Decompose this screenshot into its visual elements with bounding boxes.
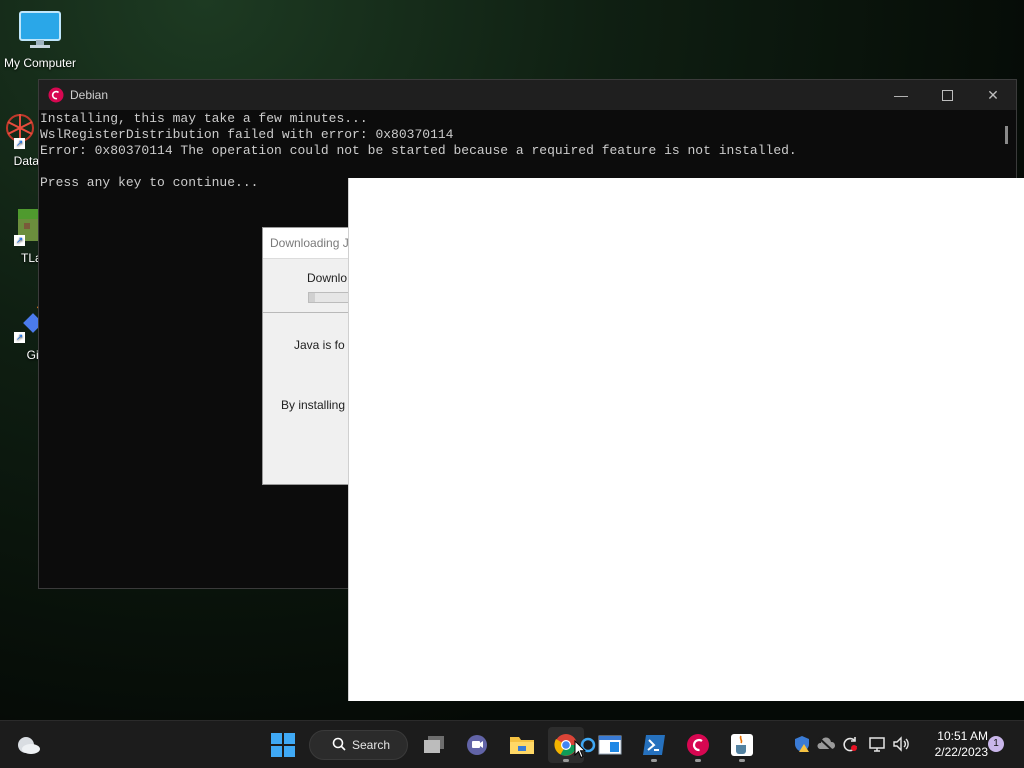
task-view-icon — [424, 736, 444, 753]
sync-alert-icon — [843, 737, 857, 752]
volume-tray-button[interactable] — [891, 734, 911, 754]
window-app-icon — [598, 735, 622, 755]
running-app-indicator — [651, 759, 657, 762]
download-progress-fill — [309, 293, 315, 302]
java-cup-icon — [731, 734, 753, 756]
shortcut-arrow-icon: ↗ — [14, 138, 25, 149]
windows-logo-icon — [271, 733, 295, 757]
clock-time: 10:51 AM — [937, 729, 988, 743]
java-terms-text: By installing — [281, 398, 346, 412]
powershell-button[interactable] — [636, 727, 672, 763]
start-button[interactable] — [265, 727, 301, 763]
search-icon — [332, 737, 346, 754]
teams-button[interactable] — [459, 727, 495, 763]
widgets-button[interactable] — [10, 727, 46, 763]
clock-date: 2/22/2023 — [934, 745, 988, 759]
terminal-scrollbar[interactable] — [1005, 126, 1008, 144]
desktop-icon-my-computer[interactable]: My Computer — [0, 10, 80, 70]
search-label: Search — [352, 738, 391, 752]
powershell-icon — [643, 735, 665, 755]
desktop-icon-label: My Computer — [3, 56, 77, 70]
file-explorer-button[interactable] — [504, 727, 540, 763]
teams-chat-icon — [467, 735, 487, 755]
minimize-button[interactable]: — — [878, 80, 924, 110]
maximize-button[interactable] — [924, 80, 970, 110]
minimize-icon: — — [894, 87, 908, 103]
blank-white-window[interactable] — [348, 178, 1024, 701]
shortcut-arrow-icon: ↗ — [14, 332, 25, 343]
close-icon: ✕ — [987, 86, 999, 103]
maximize-icon — [941, 89, 953, 101]
weather-cloud-icon — [18, 737, 40, 754]
running-app-indicator — [739, 759, 745, 762]
terminal-titlebar[interactable]: Debian — ✕ — [39, 80, 1016, 110]
monitor-icon — [19, 11, 61, 48]
close-button[interactable]: ✕ — [970, 80, 1016, 110]
network-tray-button[interactable] — [867, 734, 887, 754]
network-ethernet-icon — [869, 737, 885, 752]
terminal-title: Debian — [70, 88, 109, 102]
task-view-button[interactable] — [416, 727, 452, 763]
active-app-indicator — [563, 759, 569, 762]
onedrive-offline-icon — [817, 737, 836, 752]
java-taskbar-button[interactable] — [724, 727, 760, 763]
debian-swirl-icon — [687, 734, 709, 756]
debian-icon — [48, 87, 64, 103]
security-tray-button[interactable] — [792, 734, 812, 754]
download-label: Downlo — [307, 271, 348, 285]
desktop: My Computer ↗ DataW ↗ TLaun ↗ Git B — [0, 0, 1024, 720]
taskbar: Search 10:51 AM 2/22/2023 1 — [0, 720, 1024, 768]
shield-warning-icon — [795, 736, 809, 752]
update-tray-button[interactable] — [840, 734, 860, 754]
mouse-cursor-icon — [574, 740, 586, 759]
java-body-text: Java is fo — [294, 338, 345, 352]
onedrive-tray-button[interactable] — [816, 734, 836, 754]
running-app-indicator — [695, 759, 701, 762]
speaker-icon — [893, 736, 909, 752]
folder-icon — [510, 737, 534, 754]
debian-taskbar-button[interactable] — [680, 727, 716, 763]
window-app-button[interactable] — [592, 727, 628, 763]
taskbar-clock[interactable]: 10:51 AM 2/22/2023 — [922, 728, 988, 760]
notification-badge[interactable]: 1 — [988, 736, 1004, 752]
taskbar-search[interactable]: Search — [309, 730, 408, 760]
shortcut-arrow-icon: ↗ — [14, 235, 25, 246]
